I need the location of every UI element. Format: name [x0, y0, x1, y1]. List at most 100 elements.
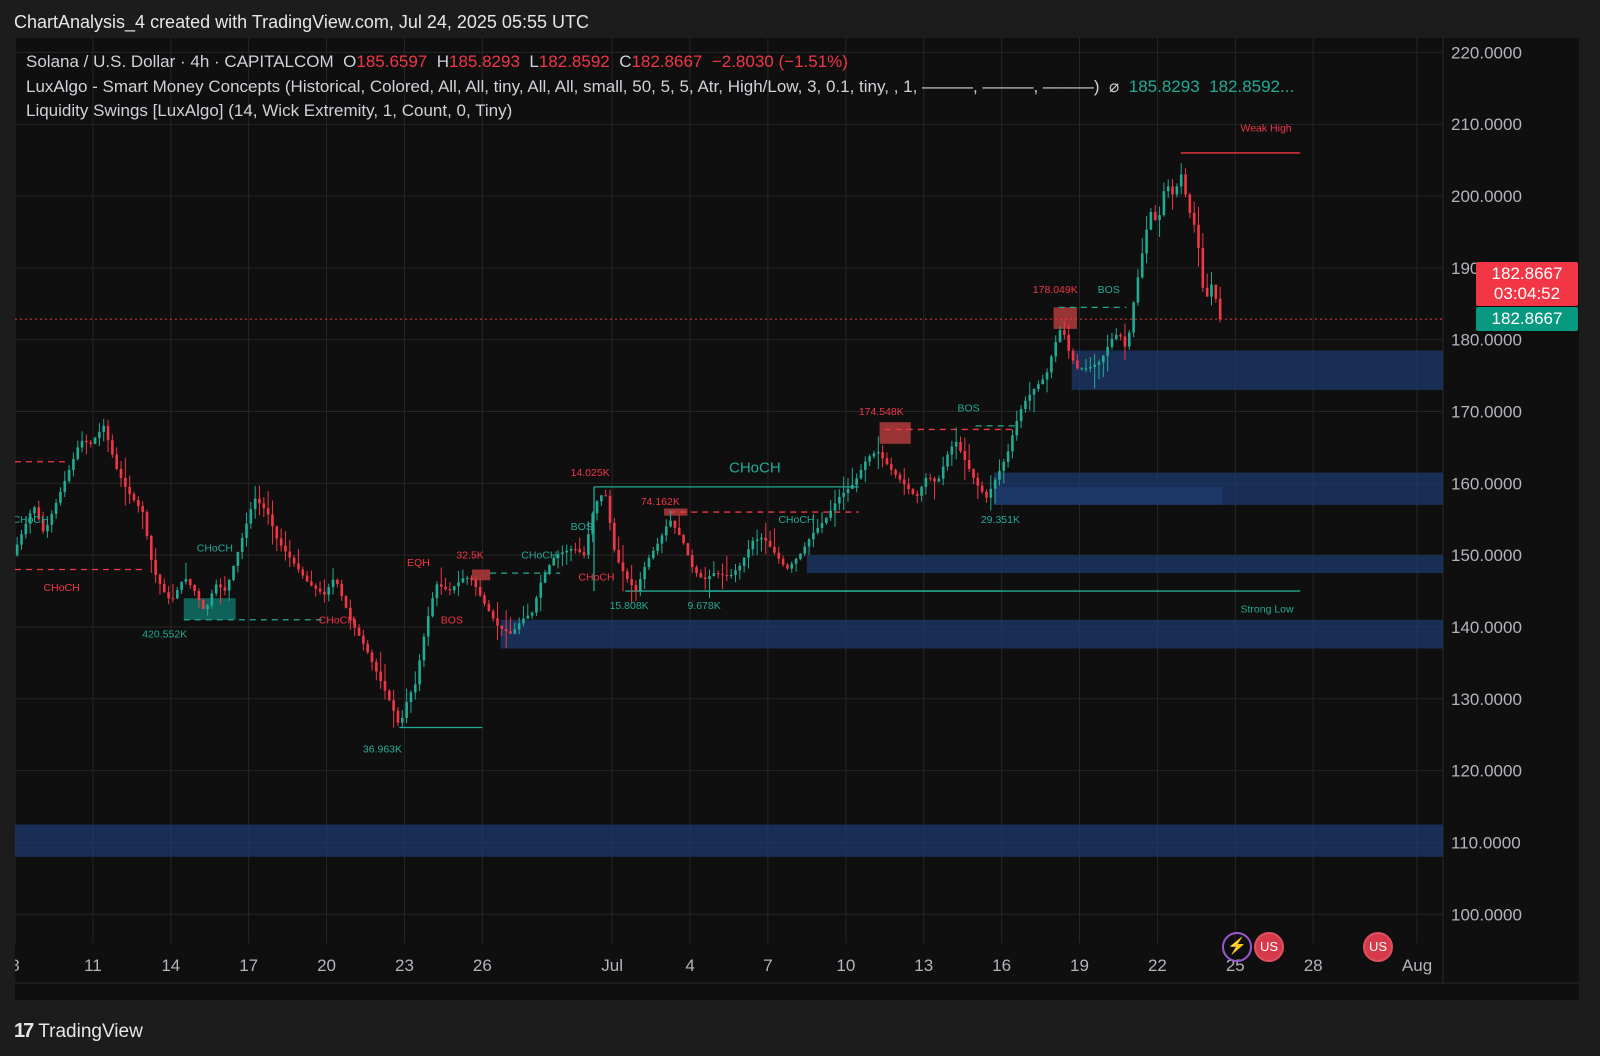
chart-credit: ChartAnalysis_4 created with TradingView…	[14, 12, 589, 32]
candle-body	[375, 661, 378, 672]
candle-body	[1084, 368, 1088, 370]
candle-body	[504, 628, 508, 632]
chart-annotation: CHoCH	[578, 571, 614, 583]
y-tick-label: 180.0000	[1451, 331, 1522, 350]
candle-body	[1166, 186, 1170, 192]
candle-body	[400, 717, 404, 723]
candle-body	[946, 454, 949, 467]
indicator-smc-value-1: 185.8293	[1128, 77, 1200, 96]
candle-body	[902, 479, 906, 485]
price-chart[interactable]: 220.0000210.0000200.0000190.0000180.0000…	[15, 38, 1579, 1000]
candle-body	[742, 557, 746, 566]
candle-body	[980, 485, 984, 492]
candle-body	[920, 486, 923, 496]
candle-body	[439, 584, 443, 587]
candle-body	[747, 549, 750, 558]
candle-body	[1205, 287, 1209, 297]
us-flag-event-icon[interactable]: US	[1363, 932, 1393, 962]
candle-body	[327, 587, 331, 595]
candle-body	[1145, 229, 1148, 254]
y-tick-label: 150.0000	[1451, 546, 1522, 565]
candle-body	[1175, 186, 1179, 195]
candle-body	[1114, 334, 1118, 339]
candle-body	[954, 442, 958, 447]
last-price-value: 182.8667	[1491, 264, 1563, 283]
indicator-legend-liquidity[interactable]: Liquidity Swings [LuxAlgo] (14, Wick Ext…	[26, 101, 512, 121]
chart-annotation: BOS	[957, 402, 979, 414]
candle-body	[647, 558, 651, 568]
candle-body	[764, 537, 768, 541]
candle-body	[812, 532, 815, 540]
candle-body	[158, 574, 162, 584]
candle-body	[1136, 277, 1140, 303]
candle-body	[522, 618, 525, 624]
candle-body	[1192, 212, 1196, 225]
chart-annotation: BOS	[441, 614, 463, 626]
tradingview-footer[interactable]: 17 TradingView	[14, 1020, 143, 1043]
candle-body	[578, 549, 582, 553]
candle-body	[517, 623, 521, 630]
candle-body	[214, 584, 218, 594]
candle-body	[933, 478, 936, 482]
flash-event-icon[interactable]: ⚡	[1222, 932, 1252, 962]
chart-annotation: CHoCH	[521, 550, 557, 562]
candle-body	[699, 573, 703, 578]
candle-body	[15, 544, 19, 556]
candle-body	[258, 498, 261, 504]
candle-body	[760, 537, 763, 540]
chart-annotation: CHoCH	[778, 514, 814, 526]
candle-body	[388, 690, 391, 701]
candle-body	[989, 488, 993, 498]
candle-body	[569, 548, 573, 551]
candle-body	[461, 578, 465, 583]
candle-body	[1218, 298, 1222, 320]
candle-body	[271, 514, 274, 527]
demand-zone	[806, 555, 1443, 574]
us-flag-event-icon[interactable]: US	[1254, 932, 1284, 962]
candle-body	[396, 710, 400, 723]
candle-body	[664, 526, 668, 536]
candle-body	[708, 576, 711, 580]
indicator-legend-smc[interactable]: LuxAlgo - Smart Money Concepts (Historic…	[26, 77, 1294, 97]
candle-body	[344, 595, 348, 608]
candle-body	[889, 464, 893, 470]
candle-body	[292, 557, 296, 564]
symbol-legend[interactable]: Solana / U.S. Dollar · 4h · CAPITALCOM O…	[26, 52, 848, 72]
candle-body	[1214, 284, 1218, 299]
candle-body	[1063, 330, 1066, 335]
candle-body	[751, 540, 755, 550]
candle-body	[115, 454, 118, 469]
candle-body	[236, 551, 240, 566]
candle-body	[561, 552, 564, 555]
x-tick-label: 19	[1070, 956, 1089, 975]
candle-body	[1188, 194, 1192, 213]
candle-body	[1002, 461, 1006, 471]
candle-body	[604, 495, 607, 497]
candle-body	[67, 469, 71, 481]
candle-body	[630, 579, 633, 586]
x-tick-label: 23	[395, 956, 414, 975]
candle-body	[444, 586, 447, 590]
chart-annotation: CHoCH	[197, 543, 233, 555]
candle-body	[535, 597, 538, 613]
candle-body	[1197, 224, 1200, 248]
candle-body	[690, 555, 694, 568]
candle-body	[496, 618, 499, 626]
candle-body	[608, 495, 612, 523]
candle-body	[154, 559, 157, 575]
candle-body	[1080, 368, 1083, 370]
candle-body	[993, 479, 997, 489]
candle-body	[336, 579, 339, 584]
close-value: 182.8667	[631, 52, 703, 71]
candle-body	[314, 585, 318, 589]
y-tick-label: 110.0000	[1451, 833, 1521, 852]
candle-body	[305, 575, 309, 582]
candle-body	[483, 595, 486, 604]
candle-body	[768, 540, 772, 547]
candle-body	[1041, 379, 1045, 385]
candle-body	[323, 591, 326, 595]
candle-body	[838, 496, 841, 504]
candle-body	[539, 582, 543, 598]
candle-body	[1119, 334, 1122, 337]
candle-body	[106, 425, 110, 441]
